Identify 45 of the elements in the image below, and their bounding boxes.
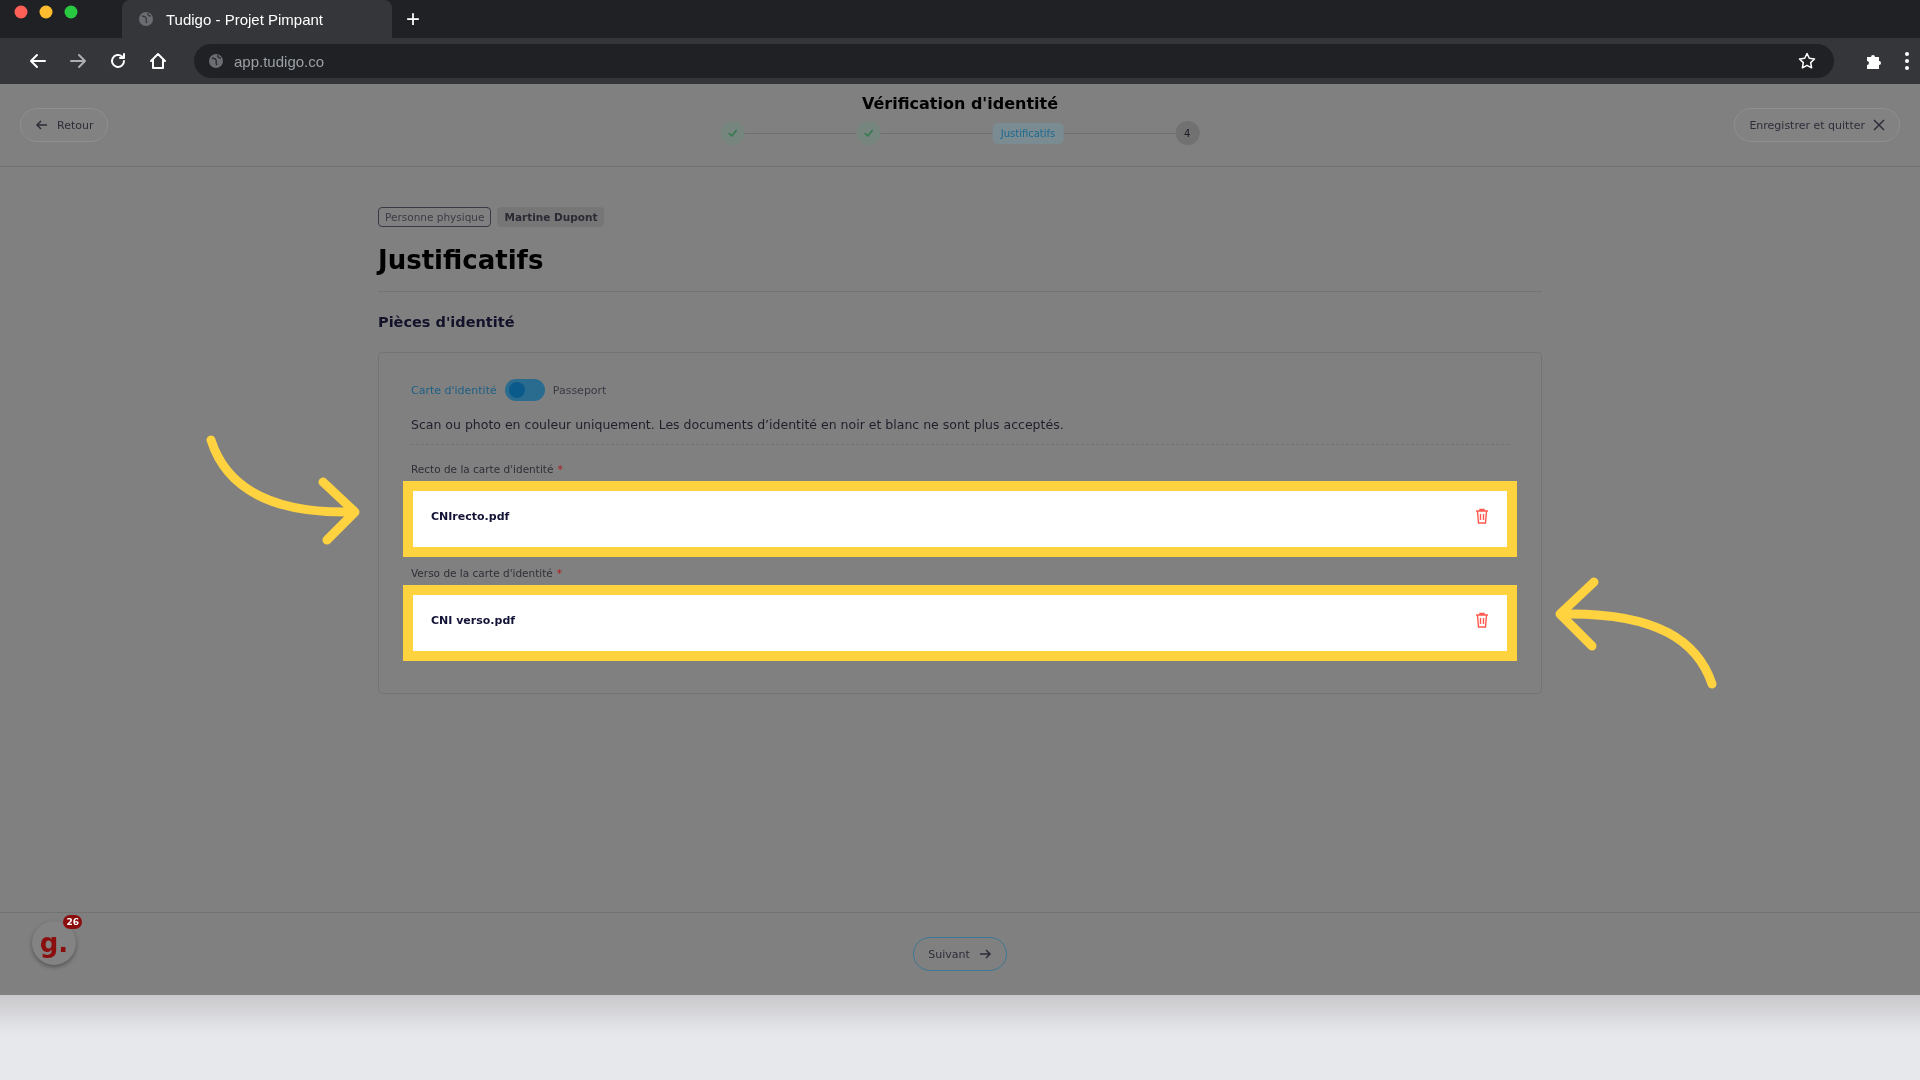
section-heading: Justificatifs: [378, 245, 545, 275]
url-text: app.tudigo.co: [234, 52, 325, 70]
tab-title: Tudigo - Projet Pimpant: [166, 10, 324, 28]
forward-arrow-icon: [977, 947, 992, 961]
file-name: CNI verso.pdf: [431, 613, 516, 627]
back-button[interactable]: Retour: [20, 108, 109, 142]
file-field[interactable]: CNI verso.pdf: [413, 595, 1507, 651]
toggle-switch[interactable]: [504, 379, 545, 401]
instruction-text: Scan ou photo en couleur uniquement. Les documents d’identité en noir et blanc ne sont plus acceptés.: [411, 417, 1065, 432]
globe-icon: [138, 11, 154, 27]
field-label: Verso de la carte d'identité: [411, 567, 553, 579]
file-field[interactable]: CNIrecto.pdf: [413, 491, 1507, 547]
subsection-heading: Pièces d'identité: [378, 314, 516, 330]
window-control-icon[interactable]: [39, 5, 53, 19]
new-tab-button[interactable]: +: [406, 0, 420, 38]
step-number: 4: [1175, 121, 1200, 145]
close-icon: [1873, 119, 1885, 131]
tag: Personne physique: [378, 207, 492, 227]
forward-arrow-icon[interactable]: [68, 51, 88, 71]
toggle-option[interactable]: Passeport: [552, 383, 607, 397]
back-arrow-icon: [35, 118, 49, 132]
required-mark: *: [556, 567, 563, 579]
check-icon: [856, 121, 881, 145]
file-name: CNIrecto.pdf: [431, 509, 510, 523]
trash-icon[interactable]: [1475, 508, 1489, 524]
notification-badge: 26: [63, 915, 82, 929]
check-icon: [720, 121, 745, 145]
address-bar[interactable]: app.tudigo.co: [194, 44, 1834, 78]
page-heading: Vérification d'identité: [861, 94, 1059, 113]
window-control-icon[interactable]: [14, 5, 28, 19]
next-button[interactable]: Suivant: [913, 937, 1007, 971]
field-label: Recto de la carte d'identité: [411, 463, 554, 475]
window-control-icon[interactable]: [64, 5, 78, 19]
star-icon[interactable]: [1798, 52, 1816, 70]
home-icon[interactable]: [148, 51, 168, 71]
trash-icon[interactable]: [1475, 612, 1489, 628]
more-menu-icon[interactable]: [1904, 51, 1910, 71]
save-and-quit-button[interactable]: Enregistrer et quitter: [1734, 108, 1900, 142]
back-arrow-icon[interactable]: [28, 51, 48, 71]
tag: Martine Dupont: [497, 207, 605, 227]
reload-icon[interactable]: [108, 51, 128, 71]
browser-tab[interactable]: Tudigo - Projet Pimpant: [122, 0, 392, 38]
globe-icon: [208, 53, 224, 69]
step-pill: Justificatifs: [992, 122, 1064, 144]
required-mark: *: [557, 463, 563, 475]
